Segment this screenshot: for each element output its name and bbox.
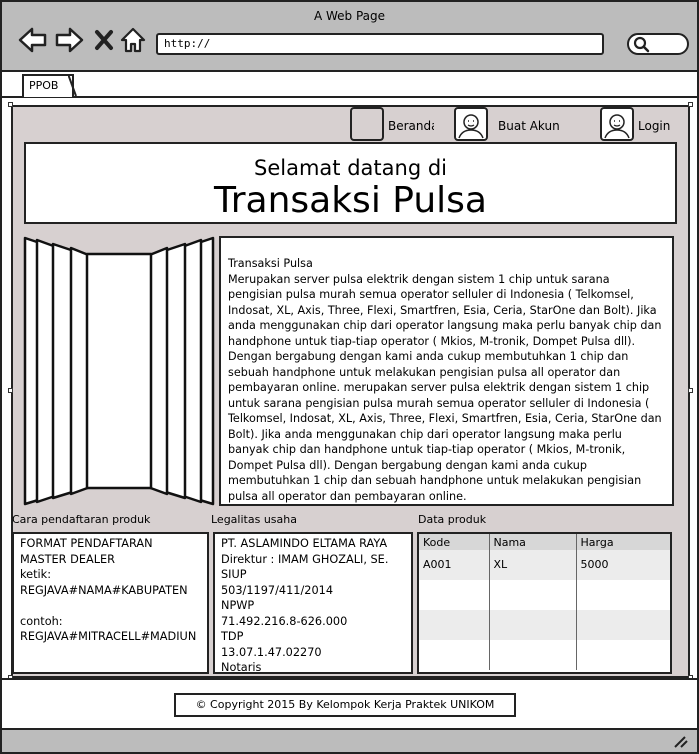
nav-buat-akun[interactable]: Buat Akun — [498, 119, 560, 133]
forward-arrow-icon[interactable] — [54, 26, 84, 54]
nav-login[interactable]: Login — [638, 119, 670, 133]
tab-ppob[interactable]: PPOB — [22, 74, 74, 97]
table-row[interactable]: A001 XL 5000 — [419, 550, 670, 580]
table-cell: A001 — [419, 550, 490, 580]
table-cell — [489, 580, 577, 610]
welcome-title: Transaksi Pulsa — [214, 180, 487, 221]
close-x-icon[interactable] — [93, 26, 115, 54]
table-cell — [419, 580, 490, 610]
table-row[interactable] — [419, 580, 670, 610]
welcome-subtitle: Selamat datang di — [254, 156, 447, 180]
resize-grip-icon[interactable] — [673, 734, 689, 748]
beranda-icon[interactable] — [350, 107, 384, 141]
search-field[interactable] — [627, 33, 689, 55]
tab-bar: PPOB — [2, 74, 697, 98]
table-header-row: Kode Nama Harga — [419, 534, 670, 550]
table-cell — [576, 610, 670, 640]
browser-window: A Web Page http:// PPOB Beranda Buat Aku… — [0, 0, 699, 754]
legalitas-box: PT. ASLAMINDO ELTAMA RAYA Direktur : IMA… — [213, 532, 413, 674]
label-data-produk: Data produk — [418, 513, 487, 526]
status-bar — [2, 728, 697, 752]
table-cell — [576, 580, 670, 610]
description-panel: Transaksi Pulsa Merupakan server pulsa e… — [219, 236, 674, 506]
image-carousel[interactable] — [23, 236, 215, 506]
back-arrow-icon[interactable] — [18, 26, 48, 54]
resize-handle[interactable] — [8, 388, 13, 393]
table-cell — [489, 610, 577, 640]
column-header-harga[interactable]: Harga — [576, 534, 670, 550]
table-cell — [489, 640, 577, 670]
data-produk-table: Kode Nama Harga A001 XL 5000 — [417, 532, 672, 674]
window-title: A Web Page — [313, 9, 386, 23]
copyright-label: © Copyright 2015 By Kelompok Kerja Prakt… — [174, 693, 516, 717]
label-legalitas: Legalitas usaha — [211, 513, 297, 526]
table-cell: XL — [489, 550, 577, 580]
column-header-kode[interactable]: Kode — [419, 534, 490, 550]
welcome-banner: Selamat datang di Transaksi Pulsa — [24, 142, 677, 224]
table-row[interactable] — [419, 640, 670, 670]
table-row[interactable] — [419, 610, 670, 640]
url-input[interactable]: http:// — [156, 33, 604, 55]
resize-handle[interactable] — [8, 102, 13, 107]
label-cara-pendaftaran: Cara pendaftaran produk — [12, 513, 151, 526]
tab-corner — [68, 74, 77, 97]
tab-label: PPOB — [29, 79, 59, 92]
description-body: Merupakan server pulsa elektrik dengan s… — [228, 272, 662, 503]
user-icon[interactable] — [454, 107, 488, 141]
home-icon[interactable] — [119, 26, 147, 54]
user-icon[interactable] — [600, 107, 634, 141]
nav-beranda[interactable]: Beranda — [388, 119, 434, 133]
search-icon — [633, 36, 650, 53]
description-title: Transaksi Pulsa — [228, 257, 313, 270]
cara-pendaftaran-box: FORMAT PENDAFTARAN MASTER DEALER ketik: … — [12, 532, 209, 674]
table-cell — [419, 640, 490, 670]
column-header-nama[interactable]: Nama — [489, 534, 577, 550]
browser-titlebar: A Web Page http:// — [2, 2, 697, 72]
resize-handle[interactable] — [688, 388, 693, 393]
table-cell — [576, 640, 670, 670]
resize-handle[interactable] — [688, 102, 693, 107]
table-cell: 5000 — [576, 550, 670, 580]
table-cell — [419, 610, 490, 640]
